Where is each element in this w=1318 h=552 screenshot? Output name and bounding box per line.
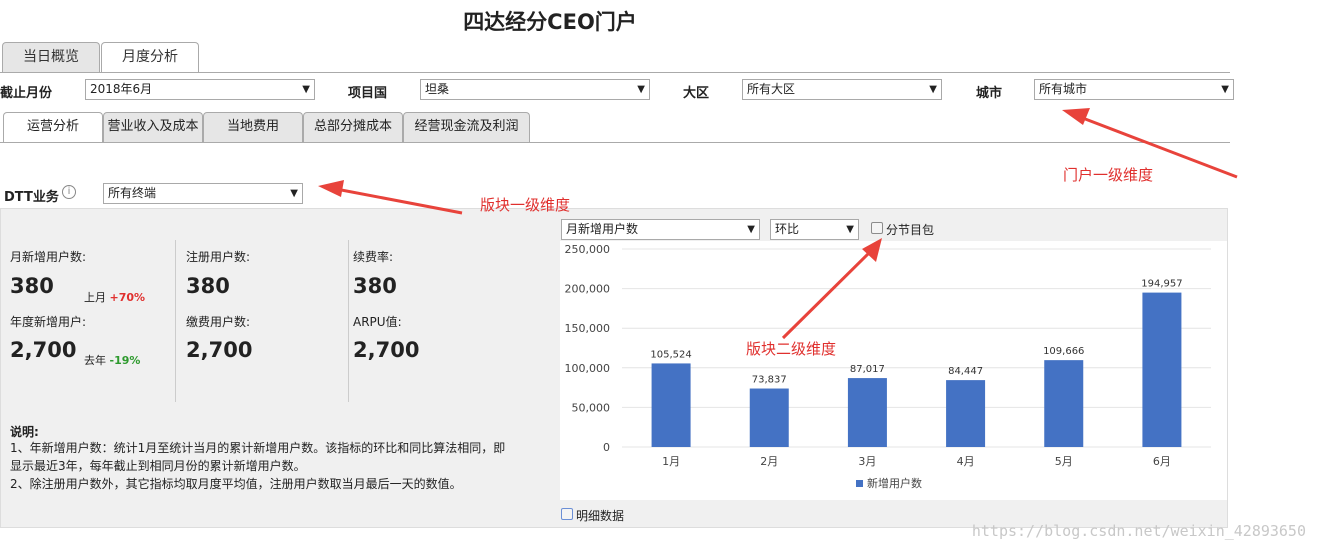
portal-dimension-annotation: 门户一级维度 bbox=[1063, 166, 1154, 184]
arrow-head bbox=[318, 180, 344, 197]
arrow-head bbox=[1062, 108, 1090, 125]
block-dimension1-annotation: 版块一级维度 bbox=[480, 196, 571, 214]
block-dimension2-annotation: 版块二级维度 bbox=[746, 340, 837, 358]
watermark: https://blog.csdn.net/weixin_42893650 bbox=[971, 522, 1306, 540]
arrow-line bbox=[781, 250, 872, 340]
arrow-line bbox=[335, 187, 463, 215]
annotation-overlay bbox=[318, 108, 1238, 340]
